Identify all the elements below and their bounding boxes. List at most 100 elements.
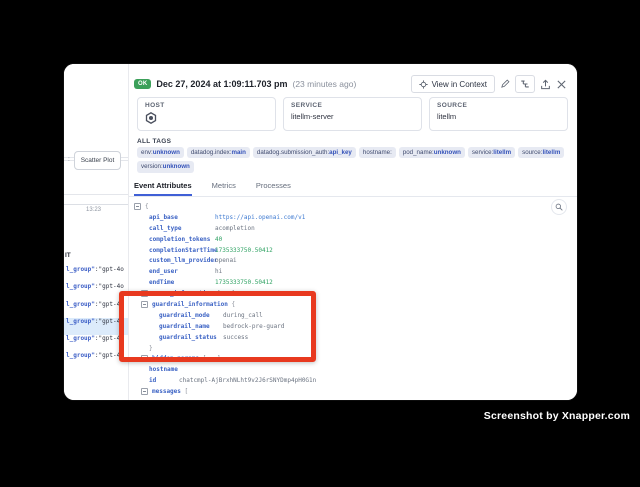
attribute-row-endTime[interactable]: endTime1735333750.50412 <box>129 277 577 288</box>
attribute-key: custom_llm_provider <box>149 257 215 264</box>
tab-processes[interactable]: Processes <box>256 176 291 194</box>
info-box-label: SERVICE <box>291 102 414 109</box>
tag-pill[interactable]: hostname: <box>359 147 396 158</box>
attribute-value: 40 <box>215 236 222 243</box>
tag-pill[interactable]: service:litellm <box>468 147 515 158</box>
attribute-key: end_user <box>149 268 215 275</box>
list-header: IT <box>65 252 71 259</box>
tag-value: litellm <box>542 149 560 156</box>
view-in-context-button[interactable]: View in Context <box>411 75 495 93</box>
brace: [ <box>181 388 188 395</box>
attribute-key: completionStartTime <box>149 247 215 254</box>
attribute-row-call_type[interactable]: call_typeacompletion <box>129 223 577 234</box>
truncated-label: : <box>68 156 70 163</box>
log-row-key: l_group" <box>66 318 95 325</box>
waterfall-icon[interactable] <box>515 75 535 93</box>
info-boxes: HOST SERVICE litellm-server SOURCE litellm <box>137 97 568 131</box>
attribute-value: acompletion <box>215 225 255 232</box>
chart-axis-line <box>64 204 128 205</box>
watermark: Screenshot by Xnapper.com <box>484 410 630 422</box>
tag-pill[interactable]: source:litellm <box>518 147 564 158</box>
attribute-key: messages <box>152 388 181 395</box>
info-box-label: HOST <box>145 102 268 109</box>
tag-pill[interactable]: datadog.index:main <box>187 147 250 158</box>
log-row-key: l_group" <box>66 335 95 342</box>
tag-key: pod_name: <box>403 149 434 156</box>
attribute-key: call_type <box>149 225 215 232</box>
attribute-row-end_user[interactable]: end_userhi <box>129 266 577 277</box>
collapse-icon[interactable] <box>134 203 141 210</box>
attribute-value: https://api.openai.com/v1 <box>215 214 305 221</box>
event-timestamp: Dec 27, 2024 at 1:09:11.703 pm <box>156 79 287 89</box>
tag-pill[interactable]: pod_name:unknown <box>399 147 465 158</box>
attribute-key: api_base <box>149 214 215 221</box>
info-box-value: litellm <box>437 112 560 121</box>
tag-key: datadog.submission_auth: <box>257 149 329 156</box>
close-icon[interactable] <box>556 79 567 90</box>
tag-value: api_key <box>329 149 352 156</box>
highlight-rectangle <box>119 291 316 362</box>
brace: { <box>145 203 149 210</box>
tab-metrics[interactable]: Metrics <box>212 176 236 194</box>
attribute-value: chatcmpl-AjBrxhNLht9v2J6rSNYDmp4pH0G1n <box>179 377 316 384</box>
attribute-row-id[interactable]: idchatcmpl-AjBrxhNLht9v2J6rSNYDmp4pH0G1n <box>129 375 577 386</box>
info-box-service[interactable]: SERVICE litellm-server <box>283 97 422 131</box>
tag-value: main <box>231 149 245 156</box>
attribute-row-hostname[interactable]: hostname <box>129 364 577 375</box>
log-row-key: l_group" <box>66 352 95 359</box>
attribute-row-completionStartTime[interactable]: completionStartTime1735333750.50412 <box>129 245 577 256</box>
export-icon[interactable] <box>540 79 551 90</box>
all-tags-label: ALL TAGS <box>137 138 171 145</box>
tag-pill[interactable]: env:unknown <box>137 147 184 158</box>
info-box-source[interactable]: SOURCE litellm <box>429 97 568 131</box>
tag-pill[interactable]: datadog.submission_auth:api_key <box>253 147 356 158</box>
app-window: : Scatter Plot 13:23 IT l_group":"gpt-4o… <box>64 64 577 400</box>
info-box-label: SOURCE <box>437 102 560 109</box>
scope-icon <box>419 80 428 89</box>
log-row-key: l_group" <box>66 266 95 273</box>
tag-key: datadog.index: <box>191 149 232 156</box>
tag-list: env:unknowndatadog.index:maindatadog.sub… <box>137 147 569 173</box>
log-row-value: :"gpt-4o <box>95 266 124 273</box>
collapse-icon[interactable] <box>141 388 148 395</box>
tag-value: unknown <box>434 149 461 156</box>
attribute-value: 1735333750.50412 <box>215 279 273 286</box>
attribute-row[interactable]: { <box>129 201 577 212</box>
tag-key: source: <box>522 149 542 156</box>
view-in-context-label: View in Context <box>432 80 487 89</box>
tag-key: version: <box>141 163 163 170</box>
log-row-value: :"gpt-4o <box>95 283 124 290</box>
pencil-icon[interactable] <box>500 79 510 89</box>
attribute-row-api_base[interactable]: api_basehttps://api.openai.com/v1 <box>129 212 577 223</box>
tag-value: unknown <box>163 163 190 170</box>
attribute-value: 1735333750.50412 <box>215 247 273 254</box>
tag-value: unknown <box>153 149 180 156</box>
log-row-key: l_group" <box>66 283 95 290</box>
attribute-key: endTime <box>149 279 215 286</box>
log-row[interactable]: l_group":"gpt-4o <box>64 266 128 283</box>
tag-pill[interactable]: version:unknown <box>137 161 194 172</box>
attribute-key: id <box>149 377 179 384</box>
host-hexagon-icon <box>145 112 268 124</box>
status-badge: OK <box>134 79 151 89</box>
info-box-value: litellm-server <box>291 112 414 121</box>
attribute-value: hi <box>215 268 222 275</box>
tab-bar: Event Attributes Metrics Processes <box>129 176 577 197</box>
relative-time: (23 minutes ago) <box>293 79 357 89</box>
attribute-row-messages[interactable]: messages [ <box>129 386 577 397</box>
tag-key: service: <box>472 149 493 156</box>
tab-event-attributes[interactable]: Event Attributes <box>134 176 192 196</box>
attribute-row-custom_llm_provider[interactable]: custom_llm_provideropenai <box>129 255 577 266</box>
attribute-key: hostname <box>149 366 179 373</box>
scatter-plot-button[interactable]: Scatter Plot <box>74 151 121 170</box>
attribute-value: openai <box>215 257 237 264</box>
info-box-host[interactable]: HOST <box>137 97 276 131</box>
desktop-background: : Scatter Plot 13:23 IT l_group":"gpt-4o… <box>0 0 640 487</box>
tag-key: env: <box>141 149 153 156</box>
attribute-row-completion_tokens[interactable]: completion_tokens40 <box>129 234 577 245</box>
tag-value: litellm <box>493 149 511 156</box>
axis-tick-label: 13:23 <box>86 207 101 213</box>
tag-key: hostname: <box>363 149 392 156</box>
log-row-key: l_group" <box>66 301 95 308</box>
attribute-key: completion_tokens <box>149 236 215 243</box>
